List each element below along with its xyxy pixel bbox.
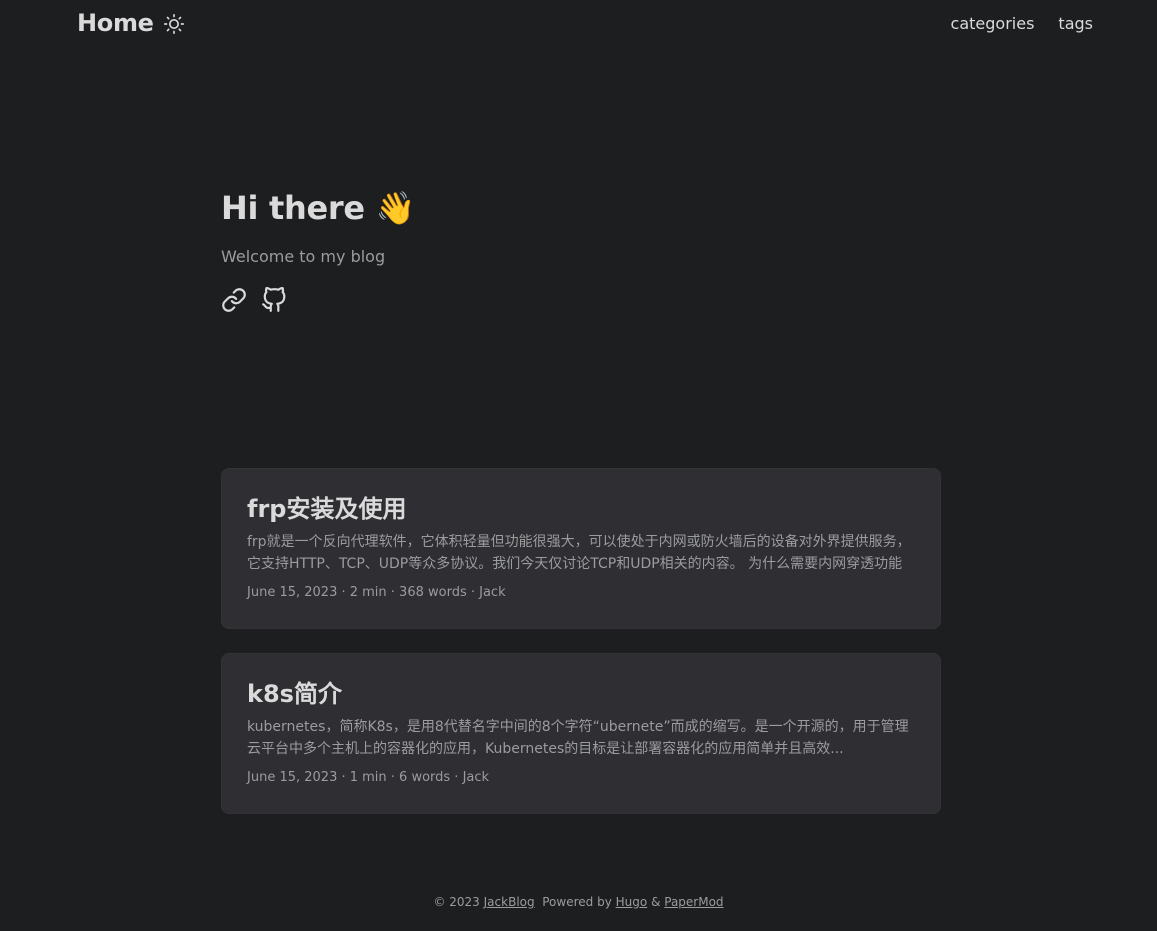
home-title: Hi there 👋 — [221, 189, 416, 227]
brand: Home — [77, 9, 184, 37]
post-title: frp安装及使用 — [247, 495, 407, 523]
footer-papermod-link[interactable]: PaperMod — [664, 895, 723, 909]
home-subtitle: Welcome to my blog — [221, 247, 386, 266]
site-footer: © 2023 JackBlog Powered by Hugo & PaperM… — [0, 890, 1157, 914]
site-header: Home categories tags — [77, 0, 1093, 46]
post-meta: June 15, 2023 · 1 min · 6 words · Jack — [247, 770, 490, 785]
main-menu: categories tags — [951, 14, 1093, 33]
social-icons — [221, 287, 941, 313]
post-title: k8s简介 — [247, 680, 342, 708]
post-excerpt: kubernetes，简称K8s，是用8代替名字中间的8个字符“ubernete… — [247, 719, 909, 757]
footer-hugo-link[interactable]: Hugo — [616, 895, 648, 909]
github-icon[interactable] — [261, 287, 287, 313]
post-card-frp[interactable]: frp安装及使用 frp就是一个反向代理软件，它体积轻量但功能很强大，可以使处于… — [221, 468, 941, 629]
menu-item-tags[interactable]: tags — [1058, 14, 1093, 33]
home-logo-link[interactable]: Home — [77, 9, 154, 37]
home-info: Hi there 👋 Welcome to my blog — [221, 185, 941, 313]
post-meta: June 15, 2023 · 2 min · 368 words · Jack — [247, 585, 506, 600]
footer-powered-text: Powered by — [542, 895, 612, 909]
menu-item-categories[interactable]: categories — [951, 14, 1035, 33]
sun-icon[interactable] — [163, 14, 184, 34]
footer-copyright: © 2023 — [433, 895, 480, 909]
post-card-k8s[interactable]: k8s简介 kubernetes，简称K8s，是用8代替名字中间的8个字符“ub… — [221, 653, 941, 814]
link-icon[interactable] — [221, 287, 247, 313]
footer-amp: & — [651, 895, 661, 909]
footer-site-link[interactable]: JackBlog — [484, 895, 535, 909]
post-excerpt: frp就是一个反向代理软件，它体积轻量但功能很强大，可以使处于内网或防火墙后的设… — [247, 534, 911, 572]
